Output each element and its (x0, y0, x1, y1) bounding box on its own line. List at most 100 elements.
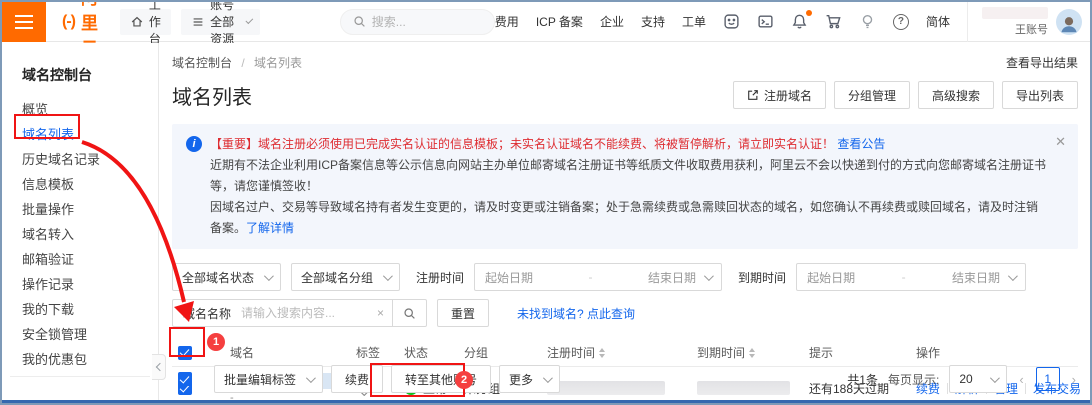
batch-edit-tags-dropdown[interactable]: 批量编辑标签 (214, 365, 323, 393)
registration-date-range[interactable]: 起始日期 - 结束日期 (474, 263, 722, 291)
sidebar-divider (10, 376, 150, 377)
learn-more-link[interactable]: 了解详情 (246, 221, 294, 235)
resources-icon (191, 15, 205, 29)
window-bottom-edge (2, 400, 1090, 403)
registration-time-label: 注册时间 (416, 269, 464, 286)
next-page-button[interactable]: › (1070, 372, 1078, 387)
advanced-search-button[interactable]: 高级搜索 (918, 81, 994, 109)
hamburger-menu-button[interactable] (2, 2, 46, 42)
sidebar-item-my-discount-package[interactable]: 我的优惠包 (2, 347, 158, 372)
page-number[interactable]: 1 (1036, 367, 1060, 391)
info-icon: i (186, 136, 202, 152)
workbench-nav[interactable]: 工作台 (120, 9, 171, 35)
help-icon[interactable]: ? (893, 14, 909, 30)
sidebar-item-info-template[interactable]: 信息模板 (2, 172, 158, 197)
avatar[interactable] (1056, 9, 1082, 35)
page-title: 域名列表 (172, 81, 252, 110)
notice-line-2: 近期有不法企业利用ICP备案信息等公示信息向网站主办单位邮寄域名注册证书等纸质文… (210, 155, 1048, 197)
sidebar-title: 域名控制台 (2, 43, 158, 97)
chevron-left-icon (155, 363, 163, 371)
menu-support[interactable]: 支持 (641, 13, 665, 30)
sort-icon[interactable] (599, 348, 605, 358)
search-icon (353, 15, 366, 28)
global-search[interactable] (340, 9, 495, 35)
cloudshell-icon[interactable] (757, 13, 774, 30)
sidebar-item-overview[interactable]: 概览 (2, 97, 158, 122)
sidebar-item-security-lock[interactable]: 安全锁管理 (2, 322, 158, 347)
menu-ticket[interactable]: 工单 (682, 13, 706, 30)
sidebar-item-batch-operations[interactable]: 批量操作 (2, 197, 158, 222)
language-switch[interactable]: 简体 (926, 13, 950, 30)
domain-name-search-group: 域名名称 × (172, 299, 427, 327)
view-export-result-link[interactable]: 查看导出结果 (1006, 54, 1078, 71)
menu-billing[interactable]: 费用 (495, 13, 519, 30)
transfer-to-other-account-button[interactable]: 转至其他账号 (391, 365, 491, 393)
domain-search-input[interactable] (241, 306, 369, 320)
aliyun-logo-icon: (-) (62, 13, 75, 31)
reset-button[interactable]: 重置 (437, 299, 489, 327)
chevron-down-icon (990, 373, 1000, 383)
domain-group-dropdown[interactable]: 全部域名分组 (291, 263, 400, 291)
chevron-down-icon (383, 271, 393, 281)
clear-icon[interactable]: × (369, 306, 392, 320)
menu-enterprise[interactable]: 企业 (600, 13, 624, 30)
per-page-dropdown[interactable]: 20 (949, 365, 1007, 393)
select-all-checkbox[interactable] (178, 346, 192, 360)
more-dropdown[interactable]: 更多 (499, 365, 560, 393)
domain-status-dropdown[interactable]: 全部域名状态 (172, 263, 281, 291)
col-hint: 提示 (809, 344, 916, 361)
sidebar-item-history-records[interactable]: 历史域名记录 (2, 147, 158, 172)
sort-icon[interactable] (749, 348, 755, 358)
breadcrumb: 域名控制台 / 域名列表 (172, 54, 302, 71)
chevron-down-icon (543, 373, 553, 383)
export-list-button[interactable]: 导出列表 (1002, 81, 1078, 109)
col-group: 分组 (464, 344, 547, 361)
renew-button[interactable]: 续费 (331, 365, 383, 393)
global-search-input[interactable] (372, 15, 482, 29)
sidebar-item-email-verification[interactable]: 邮箱验证 (2, 247, 158, 272)
col-expiration-time[interactable]: 到期时间 (697, 344, 809, 361)
table-header: 域名 标签 状态 分组 注册时间 到期时间 提示 操作 (172, 339, 1078, 367)
annotation-step-2-badge: 2 (455, 371, 473, 389)
close-icon[interactable]: ✕ (1055, 134, 1066, 150)
chevron-down-icon (1008, 271, 1018, 281)
account-sub-label: 王账号 (1015, 21, 1048, 37)
topbar: (-) 阿里云 工作台 账号全部资源 费用 ICP 备案 企业 支持 (2, 2, 1090, 42)
chevron-down-icon (704, 271, 714, 281)
sidebar-item-operation-records[interactable]: 操作记录 (2, 272, 158, 297)
col-operation: 操作 (916, 344, 1078, 361)
search-button[interactable] (392, 300, 426, 326)
register-domain-button[interactable]: 注册域名 (733, 81, 826, 109)
domain-not-found-link[interactable]: 未找到域名? 点此查询 (517, 305, 635, 322)
account-resources-dropdown[interactable]: 账号全部资源 (181, 9, 260, 35)
sidebar-item-my-downloads[interactable]: 我的下载 (2, 297, 158, 322)
menu-icp[interactable]: ICP 备案 (536, 13, 583, 30)
notice-banner: i 【重要】域名注册必须使用已完成实名认证的信息模板；未实名认证域名不能续费、将… (172, 124, 1078, 249)
prev-page-button[interactable]: ‹ (1017, 372, 1025, 387)
total-count: 共1条 (847, 371, 878, 388)
notification-dot (806, 10, 812, 16)
app-icon[interactable] (723, 13, 740, 30)
chevron-down-icon (264, 271, 274, 281)
chevron-down-icon (246, 16, 253, 23)
per-page-label: 每页显示: (888, 371, 939, 388)
sidebar-item-domain-transfer-in[interactable]: 域名转入 (2, 222, 158, 247)
breadcrumb-current: 域名列表 (254, 56, 302, 70)
view-announcement-link[interactable]: 查看公告 (837, 137, 885, 151)
annotation-step-1-badge: 1 (207, 333, 225, 351)
cart-icon[interactable] (825, 13, 842, 30)
bottom-bar: 批量编辑标签 续费 转至其他账号 更多 共1条 每页显示: 20 ‹ 1 › (172, 365, 1078, 393)
bulk-select-checkbox[interactable] (178, 372, 192, 386)
account-menu[interactable]: 王账号 (967, 2, 1082, 42)
external-link-icon (747, 89, 759, 101)
notification-bell-icon[interactable] (791, 13, 808, 30)
col-registration-time[interactable]: 注册时间 (547, 344, 697, 361)
lightbulb-icon[interactable] (859, 13, 876, 30)
breadcrumb-root[interactable]: 域名控制台 (172, 56, 232, 70)
expiration-time-label: 到期时间 (738, 269, 786, 286)
group-management-button[interactable]: 分组管理 (834, 81, 910, 109)
sidebar-collapse-button[interactable] (152, 354, 166, 380)
chevron-down-icon (306, 373, 316, 383)
sidebar-item-domain-list[interactable]: 域名列表 (2, 122, 158, 147)
expiration-date-range[interactable]: 起始日期 - 结束日期 (796, 263, 1026, 291)
